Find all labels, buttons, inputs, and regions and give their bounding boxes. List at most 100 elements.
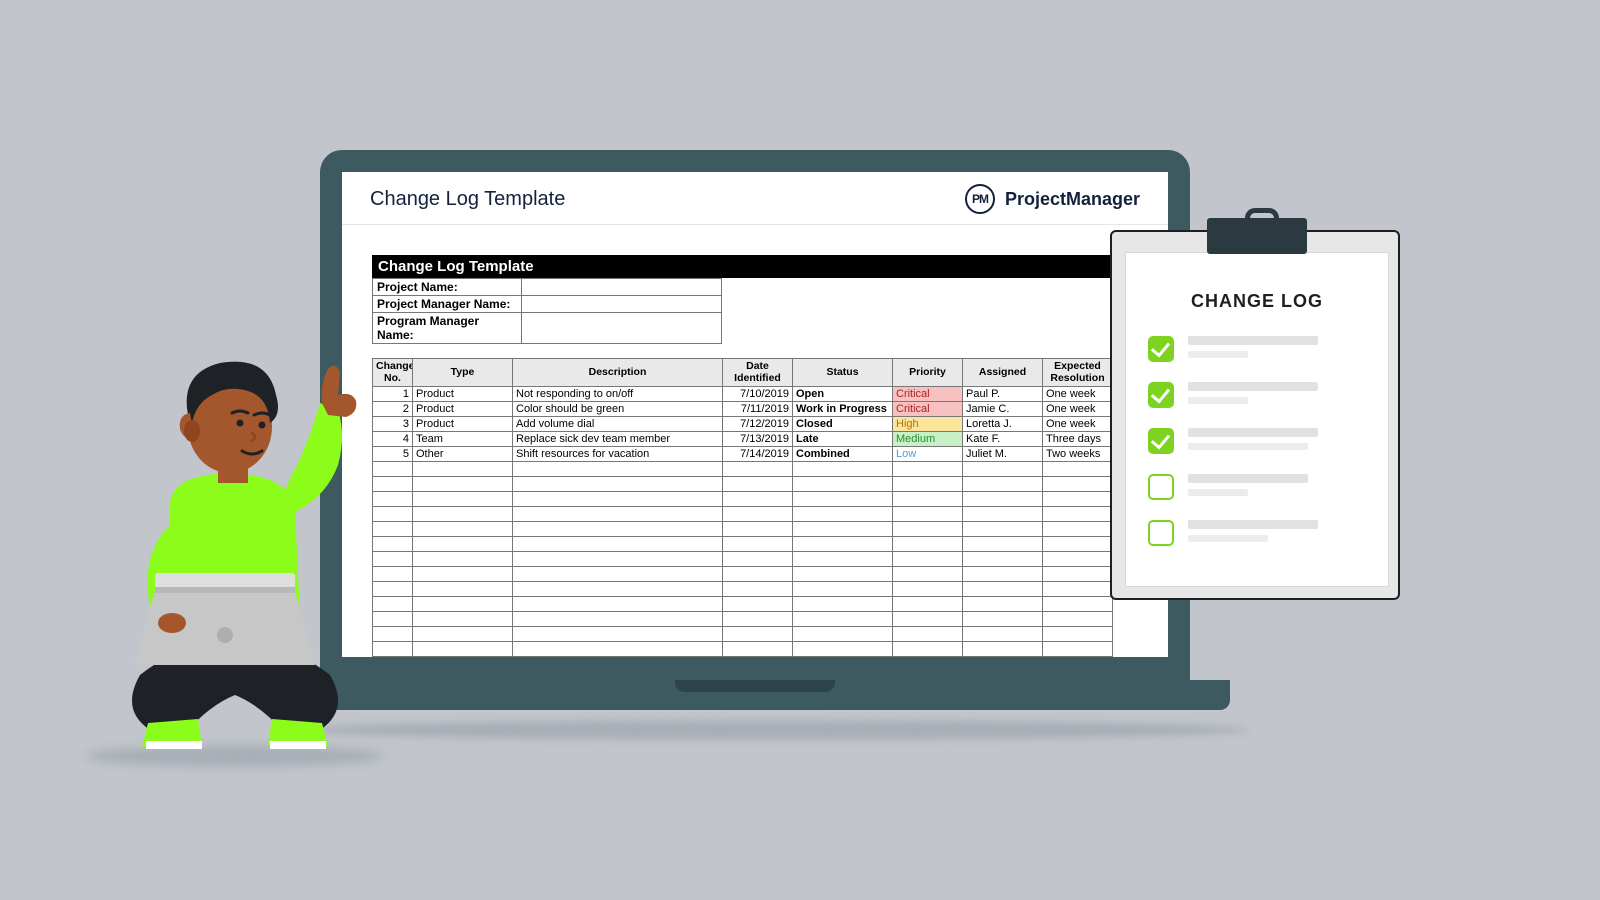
cell-assigned: Jamie C.	[963, 402, 1043, 417]
cell-description: Color should be green	[513, 402, 723, 417]
info-row: Project Manager Name:	[372, 296, 722, 313]
cell-status: Open	[793, 387, 893, 402]
clipboard-title: CHANGE LOG	[1126, 291, 1388, 312]
cell-type: Other	[413, 447, 513, 462]
clipboard-text-lines	[1188, 428, 1366, 450]
document-header: Change Log Template PM ProjectManager	[342, 172, 1168, 225]
checkbox-empty-icon	[1148, 474, 1174, 500]
table-row-empty	[373, 492, 1113, 507]
table-body: 1ProductNot responding to on/off7/10/201…	[373, 387, 1113, 658]
cell-resolution: One week	[1043, 417, 1113, 432]
spreadsheet-area: Change Log Template Project Name:Project…	[342, 225, 1168, 657]
cell-status: Work in Progress	[793, 402, 893, 417]
cell-assigned: Paul P.	[963, 387, 1043, 402]
clipboard-board: CHANGE LOG	[1110, 230, 1400, 600]
table-row: 3ProductAdd volume dial7/12/2019ClosedHi…	[373, 417, 1113, 432]
table-row-empty	[373, 552, 1113, 567]
clipboard-item	[1126, 464, 1388, 510]
table-row-empty	[373, 522, 1113, 537]
cell-resolution: One week	[1043, 387, 1113, 402]
cell-status: Combined	[793, 447, 893, 462]
table-row-empty	[373, 567, 1113, 582]
laptop-screen: Change Log Template PM ProjectManager Ch…	[342, 172, 1168, 657]
cell-type: Product	[413, 402, 513, 417]
table-header-cell: DateIdentified	[723, 359, 793, 387]
checkbox-checked-icon	[1148, 382, 1174, 408]
table-row-empty	[373, 537, 1113, 552]
table-row-empty	[373, 657, 1113, 658]
table-row-empty	[373, 642, 1113, 657]
clipboard-item	[1126, 326, 1388, 372]
table-header-cell: Type	[413, 359, 513, 387]
clipboard-text-lines	[1188, 336, 1366, 358]
table-row-empty	[373, 627, 1113, 642]
info-value	[522, 296, 722, 313]
table-row-empty	[373, 507, 1113, 522]
laptop-notch	[675, 680, 835, 692]
cell-type: Product	[413, 417, 513, 432]
cell-priority: Critical	[893, 402, 963, 417]
clipboard-clip-icon	[1207, 218, 1307, 254]
clipboard-text-lines	[1188, 520, 1366, 542]
clipboard-item	[1126, 372, 1388, 418]
info-label: Program Manager Name:	[372, 313, 522, 344]
table-row-empty	[373, 612, 1113, 627]
cell-description: Add volume dial	[513, 417, 723, 432]
table-row: 1ProductNot responding to on/off7/10/201…	[373, 387, 1113, 402]
table-header-cell: Assigned	[963, 359, 1043, 387]
change-log-table: ChangeNo.TypeDescriptionDateIdentifiedSt…	[372, 358, 1113, 657]
cell-priority: Critical	[893, 387, 963, 402]
cell-assigned: Loretta J.	[963, 417, 1043, 432]
cell-resolution: Two weeks	[1043, 447, 1113, 462]
table-row-empty	[373, 597, 1113, 612]
laptop-base	[280, 680, 1230, 710]
table-row-empty	[373, 582, 1113, 597]
cell-type: Team	[413, 432, 513, 447]
cell-status: Late	[793, 432, 893, 447]
sheet-title-bar: Change Log Template	[372, 255, 1112, 278]
table-row: 5OtherShift resources for vacation7/14/2…	[373, 447, 1113, 462]
info-row: Program Manager Name:	[372, 313, 722, 344]
laptop-bezel: Change Log Template PM ProjectManager Ch…	[320, 150, 1190, 680]
info-fields: Project Name:Project Manager Name:Progra…	[372, 278, 1168, 344]
clipboard-item	[1126, 510, 1388, 556]
info-value	[522, 313, 722, 344]
info-value	[522, 278, 722, 296]
laptop-illustration: Change Log Template PM ProjectManager Ch…	[320, 150, 1190, 730]
brand: PM ProjectManager	[965, 184, 1140, 214]
cell-priority: High	[893, 417, 963, 432]
table-row-empty	[373, 462, 1113, 477]
page-title: Change Log Template	[370, 188, 565, 211]
cell-date: 7/14/2019	[723, 447, 793, 462]
clipboard-text-lines	[1188, 382, 1366, 404]
table-header-cell: Description	[513, 359, 723, 387]
brand-logo-icon: PM	[965, 184, 995, 214]
cell-type: Product	[413, 387, 513, 402]
table-header-cell: Priority	[893, 359, 963, 387]
checkbox-checked-icon	[1148, 336, 1174, 362]
table-row-empty	[373, 477, 1113, 492]
brand-name: ProjectManager	[1005, 189, 1140, 210]
cell-description: Replace sick dev team member	[513, 432, 723, 447]
cell-resolution: One week	[1043, 402, 1113, 417]
clipboard-item	[1126, 418, 1388, 464]
cell-assigned: Kate F.	[963, 432, 1043, 447]
cell-date: 7/12/2019	[723, 417, 793, 432]
clipboard-text-lines	[1188, 474, 1366, 496]
info-row: Project Name:	[372, 278, 722, 296]
cell-date: 7/11/2019	[723, 402, 793, 417]
info-label: Project Manager Name:	[372, 296, 522, 313]
person-illustration	[70, 355, 400, 775]
table-header-row: ChangeNo.TypeDescriptionDateIdentifiedSt…	[373, 359, 1113, 387]
table-header-cell: Status	[793, 359, 893, 387]
cell-priority: Low	[893, 447, 963, 462]
clipboard-illustration: CHANGE LOG	[1110, 230, 1400, 600]
cell-description: Shift resources for vacation	[513, 447, 723, 462]
cell-date: 7/13/2019	[723, 432, 793, 447]
info-label: Project Name:	[372, 278, 522, 296]
table-row: 2ProductColor should be green7/11/2019Wo…	[373, 402, 1113, 417]
clipboard-paper: CHANGE LOG	[1125, 252, 1389, 587]
cell-date: 7/10/2019	[723, 387, 793, 402]
cell-priority: Medium	[893, 432, 963, 447]
cell-resolution: Three days	[1043, 432, 1113, 447]
